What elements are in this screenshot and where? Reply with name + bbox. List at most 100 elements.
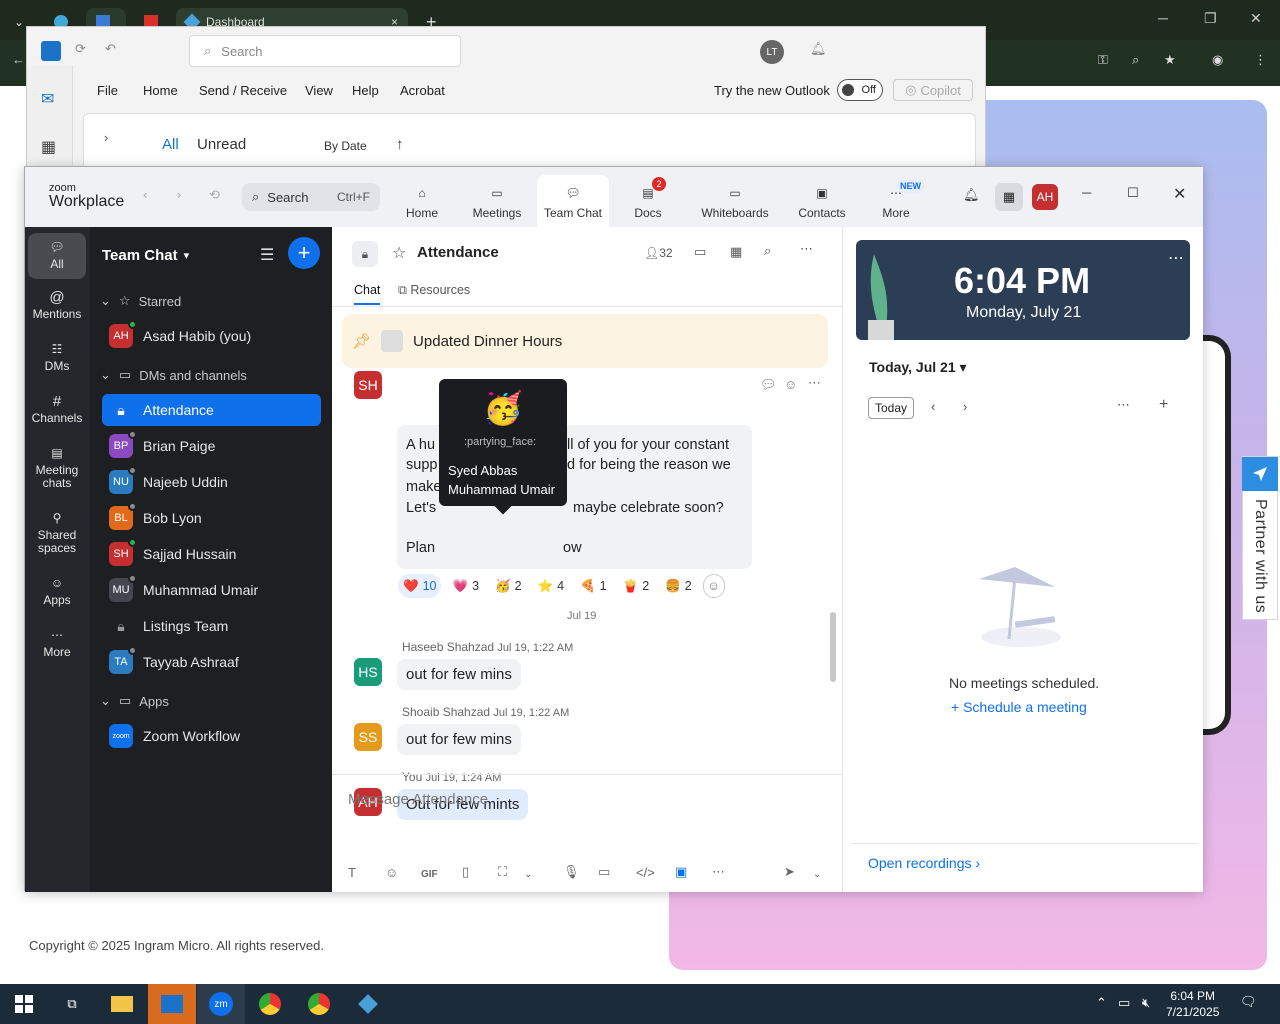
minimize-icon[interactable]: ─	[1158, 10, 1168, 26]
menu-send-receive[interactable]: Send / Receive	[199, 83, 287, 98]
taskbar-clock[interactable]: 6:04 PM 7/21/2025	[1166, 988, 1219, 1020]
sidebar-item-bob-lyon[interactable]: BL Bob Lyon	[102, 502, 321, 534]
calendar-icon[interactable]: ▦	[730, 244, 742, 260]
menu-home[interactable]: Home	[143, 83, 178, 98]
pinned-message[interactable]: 📌︎ Updated Dinner Hours	[342, 314, 828, 368]
video-icon[interactable]: ▭	[694, 244, 706, 260]
sidebar-item-zoom-workflow[interactable]: zoom Zoom Workflow	[102, 720, 321, 752]
forward-icon[interactable]: ›	[177, 187, 181, 202]
zoom-search[interactable]: ⌕ Search Ctrl+F	[242, 183, 380, 211]
gift-icon[interactable]: ▦	[995, 183, 1023, 211]
tab-team-chat[interactable]: 💬︎ Team Chat	[537, 175, 609, 227]
more-icon[interactable]: ⋯	[800, 241, 813, 257]
tab-docs[interactable]: ▤ Docs 2	[612, 175, 684, 227]
rail-channels[interactable]: # Channels	[28, 394, 86, 425]
new-chat-button[interactable]: +	[288, 237, 320, 269]
menu-acrobat[interactable]: Acrobat	[400, 83, 445, 98]
more-icon[interactable]: ⋯	[1168, 248, 1184, 268]
menu-file[interactable]: File	[97, 83, 118, 98]
rail-mentions[interactable]: @ Mentions	[28, 290, 86, 321]
file-icon[interactable]: ▯	[462, 864, 469, 880]
network-icon[interactable]: ▭	[1118, 995, 1130, 1011]
today-button[interactable]: Today	[868, 397, 915, 419]
reply-icon[interactable]: 💬︎	[760, 377, 777, 393]
open-recordings-link[interactable]: Open recordings ›	[868, 855, 980, 871]
message-bubble[interactable]: out for few mins	[397, 724, 521, 755]
more-icon[interactable]: ⋯	[1117, 397, 1130, 413]
chevron-down-icon[interactable]: ⌄	[813, 869, 821, 880]
start-button[interactable]	[0, 984, 48, 1024]
close-icon[interactable]: ✕	[1173, 184, 1186, 204]
sidebar-item-tayyab-ashraaf[interactable]: TA Tayyab Ashraaf	[102, 646, 321, 678]
reaction-pizza[interactable]: 🍕 1	[575, 574, 612, 598]
history-icon[interactable]: ⟲	[209, 187, 220, 203]
filter-unread[interactable]: Unread	[197, 136, 246, 153]
sidebar-item-attendance[interactable]: 🔒︎ Attendance	[102, 394, 321, 426]
code-icon[interactable]: </>	[636, 865, 655, 880]
task-view-icon[interactable]: ⧉	[48, 984, 96, 1024]
reaction-burger[interactable]: 🍔 2	[660, 574, 697, 598]
reaction-heart[interactable]: ❤️ 10	[398, 574, 442, 598]
back-icon[interactable]: ←	[12, 52, 25, 67]
rail-meeting-chats[interactable]: ▤ Meeting chats	[28, 447, 86, 490]
video-message-icon[interactable]: ▭	[598, 864, 610, 880]
more-icon[interactable]: ⋯	[808, 375, 821, 391]
calendar-icon[interactable]: ▦	[41, 137, 56, 157]
undo-icon[interactable]: ↶	[105, 41, 116, 57]
screenshot-icon[interactable]: ⛶	[498, 864, 507, 880]
sync-icon[interactable]: ⟳	[75, 41, 86, 57]
add-reaction-icon[interactable]: ☺	[702, 574, 725, 598]
menu-help[interactable]: Help	[352, 83, 379, 98]
sidebar-item-brian-paige[interactable]: BP Brian Paige	[102, 430, 321, 462]
tab-whiteboards[interactable]: ▭ Whiteboards	[699, 175, 771, 227]
star-icon[interactable]: ★	[1164, 52, 1176, 68]
bell-icon[interactable]: 🔔︎	[963, 187, 980, 203]
filter-all[interactable]: All	[162, 136, 179, 153]
schedule-meeting-link[interactable]: + Schedule a meeting	[951, 699, 1087, 715]
gif-icon[interactable]: GIF	[421, 869, 438, 880]
avatar[interactable]: SH	[354, 371, 382, 399]
avatar[interactable]: HS	[354, 658, 382, 686]
section-apps[interactable]: ⌄ ▭ Apps	[100, 693, 169, 709]
star-icon[interactable]: ☆	[392, 243, 406, 263]
tab-meetings[interactable]: ▭ Meetings	[461, 175, 533, 227]
sort-by[interactable]: By Date	[324, 139, 367, 153]
partner-with-us-button[interactable]: Partner with us	[1242, 456, 1278, 620]
emoji-icon[interactable]: ☺	[385, 865, 398, 880]
text-format-icon[interactable]: T	[348, 865, 356, 880]
members-count[interactable]: 👤︎32	[644, 246, 673, 260]
zoom-icon[interactable]: ⌕	[1132, 52, 1139, 68]
chat-scrollbar[interactable]	[830, 612, 836, 682]
tab-contacts[interactable]: ▣ Contacts	[786, 175, 858, 227]
reaction-fries[interactable]: 🍟 2	[618, 574, 655, 598]
sidebar-item-listings-team[interactable]: 🔒︎ Listings Team	[102, 610, 321, 642]
previous-day-icon[interactable]: ‹	[931, 399, 935, 414]
add-reaction-icon[interactable]: ☺	[784, 377, 797, 392]
rail-all[interactable]: 💬︎ All	[28, 233, 86, 279]
copilot-button[interactable]: ◎ Copilot	[893, 79, 973, 101]
add-event-icon[interactable]: +	[1159, 396, 1168, 414]
avatar[interactable]: LT	[760, 40, 784, 64]
calendar-date-picker[interactable]: Today, Jul 21 ▾	[869, 359, 967, 376]
avatar[interactable]: SS	[354, 723, 382, 751]
message-input[interactable]: Message Attendance	[348, 791, 488, 808]
tab-more[interactable]: ⋯ More NEW	[860, 175, 932, 227]
tab-chat[interactable]: Chat	[354, 283, 381, 305]
minimize-icon[interactable]: ─	[1082, 185, 1091, 200]
filter-icon[interactable]: ☰	[260, 245, 274, 265]
restore-icon[interactable]: ❐	[1204, 10, 1217, 27]
maximize-icon[interactable]: ☐	[1127, 185, 1139, 201]
new-outlook-toggle[interactable]: Off	[837, 79, 883, 101]
tray-chevron-icon[interactable]: ⌃	[1096, 995, 1107, 1011]
chevron-down-icon[interactable]: ⌄	[524, 869, 532, 880]
file-explorer-icon[interactable]	[98, 984, 146, 1024]
reaction-pink-heart[interactable]: 💗 3	[447, 574, 484, 598]
back-icon[interactable]: ‹	[143, 187, 147, 202]
reaction-partying-face[interactable]: 🥳 2	[490, 574, 527, 598]
rail-shared-spaces[interactable]: ⚲ Shared spaces	[28, 512, 86, 555]
menu-icon[interactable]: ⋮	[1254, 52, 1267, 68]
volume-icon[interactable]: 🔇︎	[1142, 995, 1150, 1011]
sidebar-item-sajjad-hussain[interactable]: SH Sajjad Hussain	[102, 538, 321, 570]
search-icon[interactable]: ⌕	[764, 243, 771, 259]
sidebar-item-asad-habib[interactable]: AH Asad Habib (you)	[102, 320, 321, 352]
